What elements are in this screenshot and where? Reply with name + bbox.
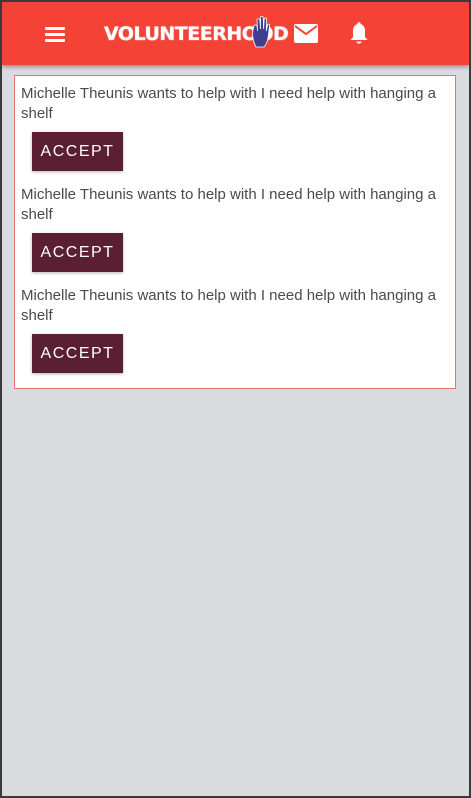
help-request-message: Michelle Theunis wants to help with I ne… [21, 287, 436, 324]
accept-button[interactable]: ACCEPT [32, 334, 123, 373]
help-requests-panel: Michelle Theunis wants to help with I ne… [14, 75, 456, 389]
help-request-item: Michelle Theunis wants to help with I ne… [21, 84, 453, 171]
accept-button[interactable]: ACCEPT [32, 233, 123, 272]
help-request-item: Michelle Theunis wants to help with I ne… [21, 185, 453, 272]
app-frame: VOLUNTEERHOOD Michelle Theunis wants to … [2, 2, 469, 796]
mail-icon [294, 24, 318, 43]
accept-button[interactable]: ACCEPT [32, 132, 123, 171]
help-request-message: Michelle Theunis wants to help with I ne… [21, 186, 436, 223]
mail-button[interactable] [292, 21, 320, 47]
help-request-item: Michelle Theunis wants to help with I ne… [21, 286, 453, 373]
top-app-bar: VOLUNTEERHOOD [2, 2, 469, 65]
notifications-button[interactable] [345, 20, 373, 48]
app-logo: VOLUNTEERHOOD [104, 12, 289, 54]
menu-button[interactable] [38, 20, 72, 48]
help-request-message: Michelle Theunis wants to help with I ne… [21, 85, 436, 122]
hand-icon [252, 15, 271, 48]
bell-icon [350, 22, 368, 44]
